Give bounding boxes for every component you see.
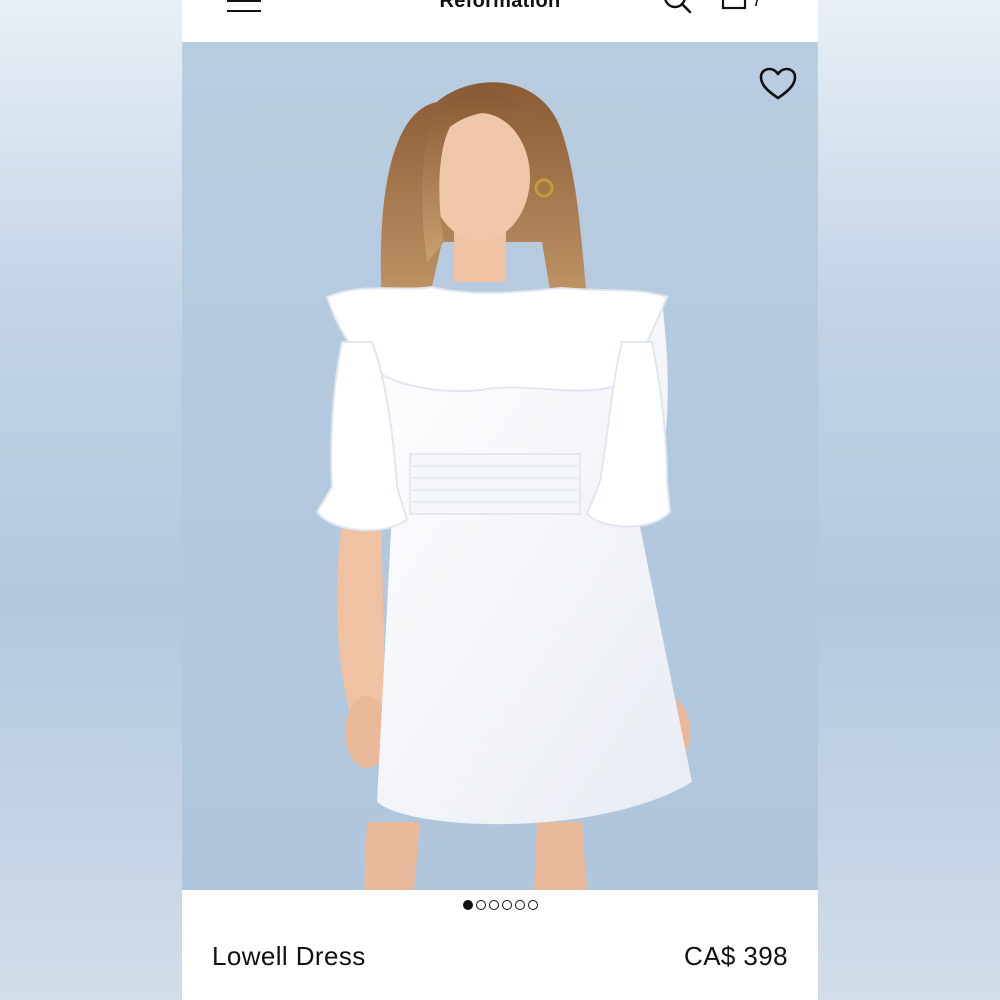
product-page: Reformation 7 Lowell Dress CA$ 398 (182, 0, 818, 1000)
blurred-backdrop-right (818, 0, 1000, 1000)
pager-dot-6[interactable] (527, 900, 538, 910)
shopping-bag-button[interactable]: 7 (720, 0, 768, 16)
pager-dot-2[interactable] (475, 900, 486, 910)
bag-count-badge: 7 (752, 0, 763, 10)
shopping-bag-icon (721, 0, 747, 10)
pager-dot-5[interactable] (514, 900, 525, 910)
product-image[interactable] (182, 42, 818, 890)
blurred-backdrop-left (0, 0, 182, 1000)
search-icon[interactable] (662, 0, 694, 16)
product-name: Lowell Dress (212, 941, 366, 971)
product-price: CA$ 398 (684, 941, 788, 971)
pager-dot-4[interactable] (501, 900, 512, 910)
image-pager (182, 900, 818, 916)
model-in-white-dress-photo (315, 82, 692, 890)
pager-dot-3[interactable] (488, 900, 499, 910)
heart-icon[interactable] (758, 66, 798, 102)
pager-dot-1[interactable] (462, 900, 473, 910)
site-header: Reformation 7 (182, 0, 818, 42)
